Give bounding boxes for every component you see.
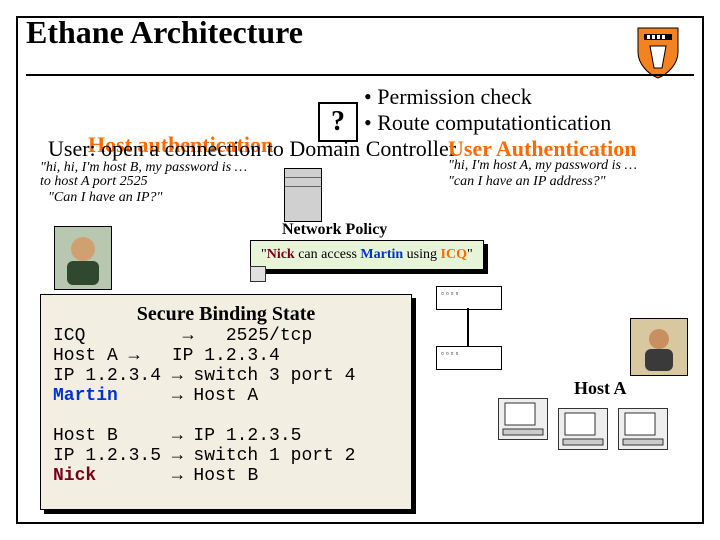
policy-post: " [467,247,473,262]
switch-ports-top: ▫▫▫▫ [437,287,501,300]
policy-mid2: using [403,247,440,262]
can-ip-left-text: "Can I have an IP?" [48,190,162,206]
network-policy-label: Network Policy [282,221,387,239]
floppy-icon [250,266,266,282]
switch-ports-bottom: ▫▫▫▫ [437,347,501,360]
domain-controller-icon [284,168,322,222]
host-a-pw-text: "hi, I'm host A, my password is … [448,158,637,174]
network-policy-box: "Nick can access Martin using ICQ" [250,240,484,270]
slide-frame: Ethane Architecture • Permission check •… [16,16,704,524]
binding-body1: ICQ → 2525/tcp Host A → IP 1.2.3.4 IP 1.… [53,326,399,386]
question-box: ? [318,102,358,142]
binding-state-box: Secure Binding State ICQ → 2525/tcp Host… [40,294,412,510]
binding-nick-row: Nick → Host B [53,466,399,486]
pc-right-3 [618,408,668,450]
can-ip-right-text: "can I have an IP address?" [448,174,606,190]
policy-mid1: can access [295,247,361,262]
policy-martin: Martin [360,247,403,262]
open-connection-text: User: open a connection to Domain Contro… [48,136,456,162]
host-a-photo [630,318,688,376]
binding-martin-row: Martin → Host A [53,386,399,406]
university-shield-icon [634,24,682,80]
policy-icq: ICQ [441,247,467,262]
bullet-route-text: • Route computation [364,110,545,135]
bullet-permission: • Permission check [364,84,532,110]
nick-photo [54,226,112,290]
pc-right-2 [558,408,608,450]
policy-nick: Nick [267,247,295,262]
binding-nick-map: → Host B [172,466,258,486]
question-mark-icon: ? [331,106,345,138]
binding-body2: Host B → IP 1.2.3.5 IP 1.2.3.5 → switch … [53,406,399,466]
bullet-route-suffix: tication [545,110,611,135]
binding-martin-map: → Host A [118,386,258,406]
switch-right: ▫▫▫▫ [436,286,502,310]
slide-title: Ethane Architecture [26,14,303,51]
binding-martin: Martin [53,386,118,406]
title-divider [26,74,694,76]
binding-nick: Nick [53,466,172,486]
switch-right-2: ▫▫▫▫ [436,346,502,370]
link-line-right [467,308,469,346]
pc-right-1 [498,398,548,440]
bullet-route-row: • Route computationtication [364,110,611,136]
binding-header: Secure Binding State [53,303,399,326]
host-a-label: Host A [574,378,627,399]
to-host-a-text: to host A port 2525 [40,174,148,190]
